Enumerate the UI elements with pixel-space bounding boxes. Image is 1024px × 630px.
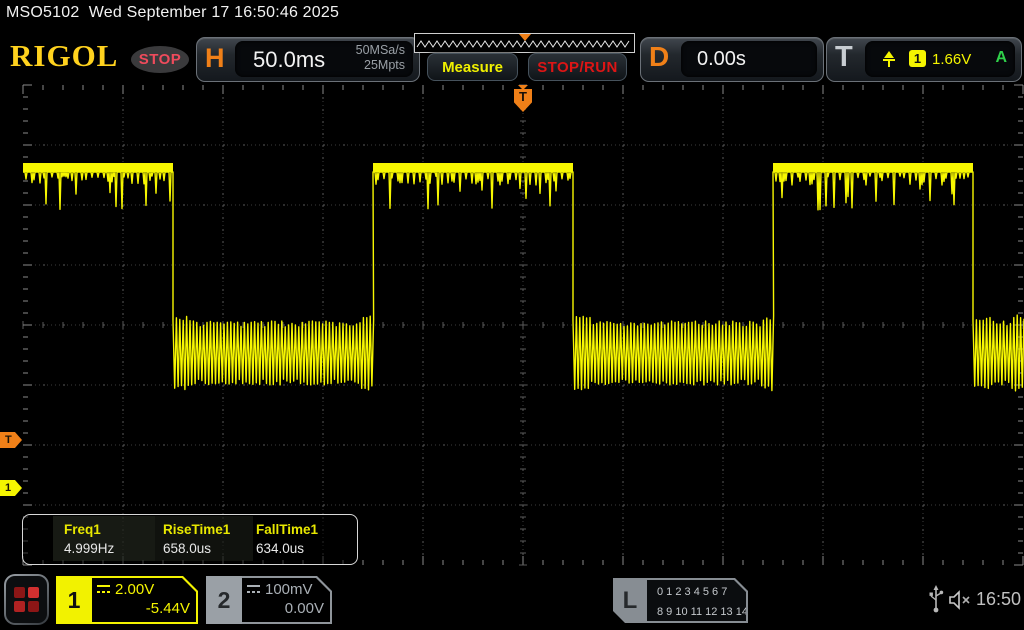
measurement-value: 658.0us <box>163 541 211 556</box>
measurement-label: Freq1 <box>64 522 101 537</box>
logic-block-label: L <box>613 578 647 623</box>
channel-1-offset: -5.44V <box>146 600 190 617</box>
channel-2-number: 2 <box>206 576 242 624</box>
channel-1-number: 1 <box>56 576 92 624</box>
usb-icon <box>928 584 944 616</box>
channel-2-scale: 100mV <box>265 581 313 598</box>
oscilloscope-screen: MSO5102 Wed September 17 16:50:46 2025 R… <box>0 0 1024 630</box>
channel-2-block[interactable]: 2 100mV 0.00V <box>206 576 332 624</box>
dc-coupling-icon <box>246 584 261 595</box>
dc-coupling-icon <box>96 584 111 595</box>
menu-grid-icon <box>14 587 39 612</box>
channel-2-offset: 0.00V <box>285 600 324 617</box>
muted-speaker-icon[interactable] <box>948 588 974 612</box>
measurement-results-box[interactable]: Freq1 RiseTime1 FallTime1 4.999Hz 658.0u… <box>22 514 358 565</box>
logic-row-1: 0 1 2 3 4 5 6 7 <box>657 582 746 602</box>
logic-channels-block[interactable]: 0 1 2 3 4 5 6 7 8 9 10 11 12 13 14 15 L <box>613 578 748 623</box>
channel-1-scale: 2.00V <box>115 581 154 598</box>
measurement-value: 4.999Hz <box>64 541 114 556</box>
measurement-label: FallTime1 <box>256 522 318 537</box>
channel-1-block[interactable]: 1 2.00V -5.44V <box>56 576 198 624</box>
measurement-value: 634.0us <box>256 541 304 556</box>
logic-row-2: 8 9 10 11 12 13 14 15 <box>657 602 746 622</box>
trigger-position-letter: T <box>519 89 527 104</box>
measurement-label: RiseTime1 <box>163 522 230 537</box>
main-menu-button[interactable] <box>4 574 49 625</box>
clock: 16:50 <box>976 589 1021 610</box>
